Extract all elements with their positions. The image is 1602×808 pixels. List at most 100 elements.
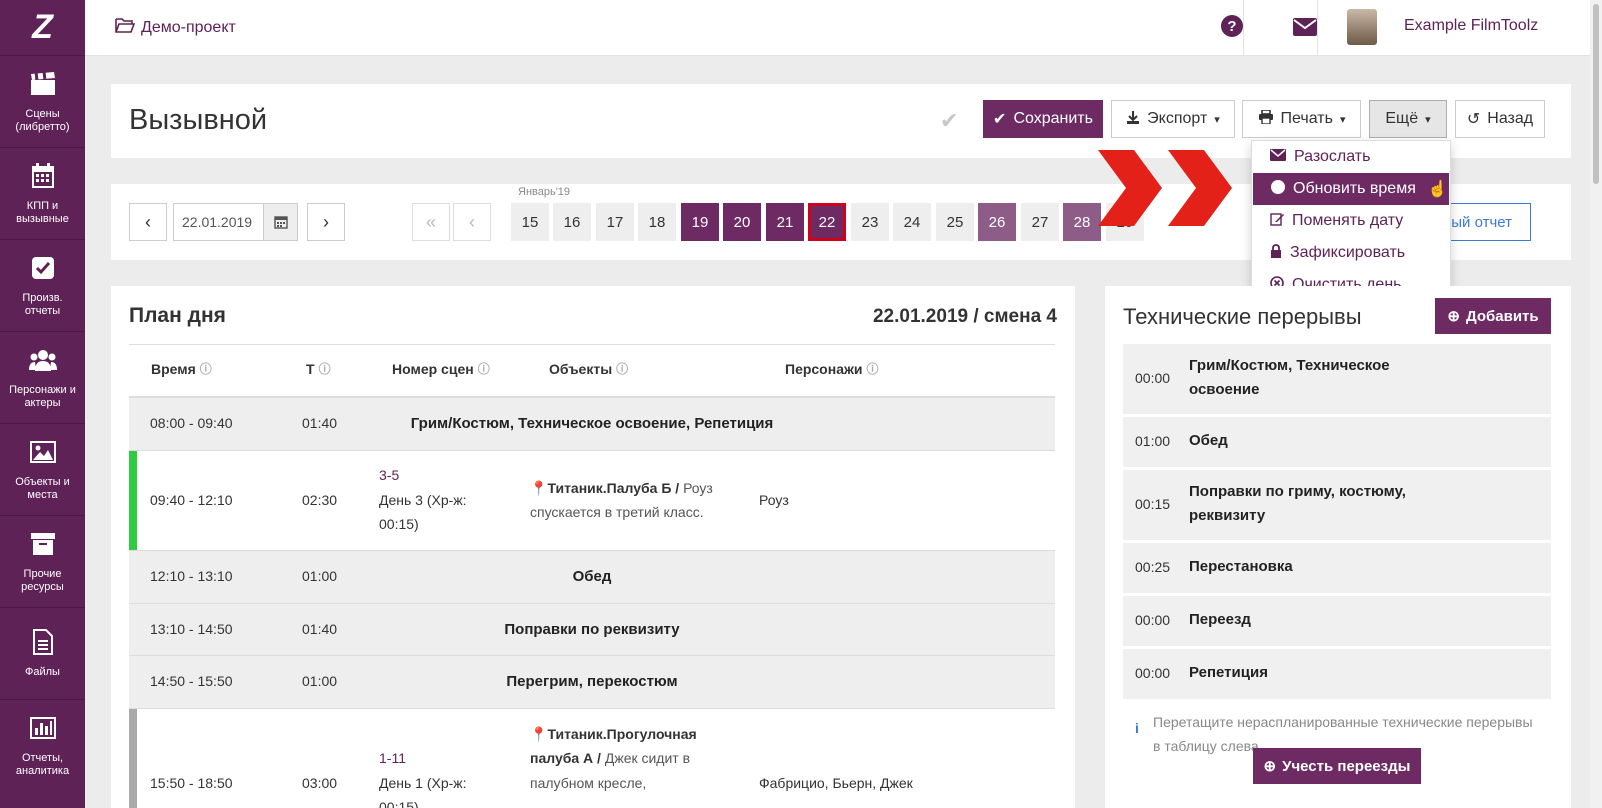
scrollbar-thumb[interactable] xyxy=(1593,4,1599,184)
break-item[interactable]: 00:00 Репетиция xyxy=(1123,649,1551,699)
table-row[interactable]: 09:40 - 12:10 02:30 3-5 День 3 (Хр-ж: 00… xyxy=(129,451,1055,551)
prev-date-button[interactable]: ‹ xyxy=(129,203,167,241)
sidebar-item-label: Файлы xyxy=(25,666,60,678)
break-item[interactable]: 00:00 Переезд xyxy=(1123,596,1551,646)
info-icon[interactable]: ⓘ xyxy=(319,360,331,377)
next-date-button[interactable]: › xyxy=(307,203,345,241)
day-15[interactable]: 15 xyxy=(511,203,549,241)
print-button[interactable]: Печать ▾ xyxy=(1242,100,1361,138)
calendar-icon xyxy=(29,162,57,190)
calendar-icon[interactable] xyxy=(263,203,298,241)
info-icon[interactable]: ⓘ xyxy=(478,360,490,377)
month-label: Январь'19 xyxy=(518,186,571,198)
info-icon[interactable]: ⓘ xyxy=(867,360,879,377)
day-27[interactable]: 27 xyxy=(1021,203,1059,241)
scene-number-link[interactable]: 1-11 xyxy=(379,750,406,766)
day-28[interactable]: 28 xyxy=(1063,203,1101,241)
username-link[interactable]: Example FilmToolz xyxy=(1404,17,1538,35)
day-20[interactable]: 20 xyxy=(723,203,761,241)
break-duration: 00:25 xyxy=(1135,559,1171,575)
menu-item-label: Зафиксировать xyxy=(1290,244,1406,261)
break-name: Обед xyxy=(1189,432,1228,449)
menu-item-label: Разослать xyxy=(1294,148,1371,165)
break-item[interactable]: 00:00 Грим/Костюм, Техническое освоение xyxy=(1123,344,1551,414)
row-characters: Роуз xyxy=(759,492,789,508)
scene-description: палубном кресле, xyxy=(530,775,647,791)
page-title: Вызывной xyxy=(129,104,268,136)
break-duration: 00:00 xyxy=(1135,665,1171,681)
prev-week-button[interactable]: ‹ xyxy=(453,203,491,241)
chevron-down-icon: ▾ xyxy=(1425,113,1431,126)
menu-item-update-time[interactable]: Обновить время ☝ xyxy=(1253,173,1449,205)
location-name[interactable]: Титаник.Прогулочная xyxy=(547,726,696,742)
table-row[interactable]: 13:10 - 14:50 01:40 Поправки по реквизит… xyxy=(129,604,1055,656)
day-16[interactable]: 16 xyxy=(553,203,591,241)
day-18[interactable]: 18 xyxy=(638,203,676,241)
location-name[interactable]: Титаник.Палуба Б / xyxy=(547,480,679,496)
check-icon: ✔ xyxy=(940,108,959,133)
break-item[interactable]: 00:25 Перестановка xyxy=(1123,543,1551,593)
break-item[interactable]: 01:00 Обед xyxy=(1123,417,1551,467)
print-label: Печать xyxy=(1280,110,1333,127)
header-label: Т xyxy=(306,360,315,377)
day-23[interactable]: 23 xyxy=(851,203,889,241)
file-icon xyxy=(29,628,57,656)
menu-item-send[interactable]: Разослать xyxy=(1252,141,1452,173)
day-17[interactable]: 17 xyxy=(596,203,634,241)
date-input[interactable]: 22.01.2019 xyxy=(173,203,264,241)
sidebar-item-scenes[interactable]: Сцены (либретто) xyxy=(0,56,85,148)
day-24[interactable]: 24 xyxy=(893,203,931,241)
avatar[interactable] xyxy=(1347,9,1377,45)
sidebar-item-files[interactable]: Файлы xyxy=(0,608,85,700)
table-row[interactable]: 15:50 - 18:50 03:00 1-11 День 1 (Хр-ж: 0… xyxy=(129,709,1055,808)
sidebar-item-label: Отчеты, аналитика xyxy=(15,752,70,777)
account-travel-button[interactable]: ⊕ Учесть переезды xyxy=(1253,748,1421,784)
add-break-button[interactable]: ⊕ Добавить xyxy=(1435,298,1551,334)
more-dropdown-menu: Разослать Обновить время ☝ Поменять дату… xyxy=(1251,140,1451,307)
menu-item-change-date[interactable]: Поменять дату xyxy=(1252,205,1452,237)
table-row[interactable]: 14:50 - 15:50 01:00 Перегрим, перекостюм xyxy=(129,656,1055,709)
sidebar: Z Сцены (либретто) КПП и вызывные Произв… xyxy=(0,0,85,808)
break-item[interactable]: 00:15 Поправки по гриму, костюму, реквиз… xyxy=(1123,470,1551,540)
break-duration: 00:00 xyxy=(1135,370,1171,386)
chevron-down-icon: ▾ xyxy=(1214,113,1220,126)
export-button[interactable]: Экспорт ▾ xyxy=(1111,100,1235,138)
day-19[interactable]: 19 xyxy=(681,203,719,241)
day-25[interactable]: 25 xyxy=(936,203,974,241)
table-row[interactable]: 12:10 - 13:10 01:00 Обед xyxy=(129,551,1055,604)
break-name: Поправки по гриму, костюму, xyxy=(1189,483,1406,500)
chevron-down-icon: ▾ xyxy=(1339,113,1346,126)
sidebar-item-callsheets[interactable]: КПП и вызывные xyxy=(0,148,85,240)
map-pin-icon: 📍 xyxy=(530,726,548,742)
day-21[interactable]: 21 xyxy=(766,203,804,241)
sidebar-item-locations[interactable]: Объекты и места xyxy=(0,424,85,516)
back-label: Назад xyxy=(1487,110,1534,127)
map-pin-icon: 📍 xyxy=(530,480,548,496)
menu-item-lock[interactable]: Зафиксировать xyxy=(1252,237,1452,269)
sidebar-item-analytics[interactable]: Отчеты, аналитика xyxy=(0,700,85,792)
scene-description: Джек сидит в xyxy=(600,750,691,766)
sidebar-item-characters[interactable]: Персонажи и актеры xyxy=(0,332,85,424)
breaks-title: Технические перерывы xyxy=(1123,304,1362,329)
info-icon[interactable]: ⓘ xyxy=(616,360,628,377)
sidebar-item-reports[interactable]: Произв. отчеты xyxy=(0,240,85,332)
table-row[interactable]: 08:00 - 09:40 01:40 Грим/Костюм, Техниче… xyxy=(129,398,1055,451)
break-name: Грим/Костюм, Техническое xyxy=(1189,357,1390,374)
first-week-button[interactable]: « xyxy=(412,203,450,241)
app-logo[interactable]: Z xyxy=(0,0,85,56)
sidebar-item-label: Персонажи и актеры xyxy=(9,383,76,409)
plus-circle-icon: ⊕ xyxy=(1263,758,1277,775)
scene-number-link[interactable]: 3-5 xyxy=(379,467,399,483)
day-26[interactable]: 26 xyxy=(978,203,1016,241)
info-icon[interactable]: ⓘ xyxy=(200,360,212,377)
save-button[interactable]: ✔ Сохранить xyxy=(983,100,1103,138)
project-link[interactable]: Демо-проект xyxy=(115,17,236,38)
day-22-current[interactable]: 22 xyxy=(808,203,846,241)
page-scrollbar[interactable] xyxy=(1590,0,1602,808)
sidebar-item-resources[interactable]: Прочие ресурсы xyxy=(0,516,85,608)
location-name[interactable]: палуба А / xyxy=(530,750,601,766)
back-button[interactable]: ↺ Назад xyxy=(1455,100,1545,138)
row-characters: Фабрицио, Бьерн, Джек xyxy=(759,775,913,791)
image-icon xyxy=(29,438,57,466)
more-button[interactable]: Ещё ▾ xyxy=(1369,100,1447,138)
